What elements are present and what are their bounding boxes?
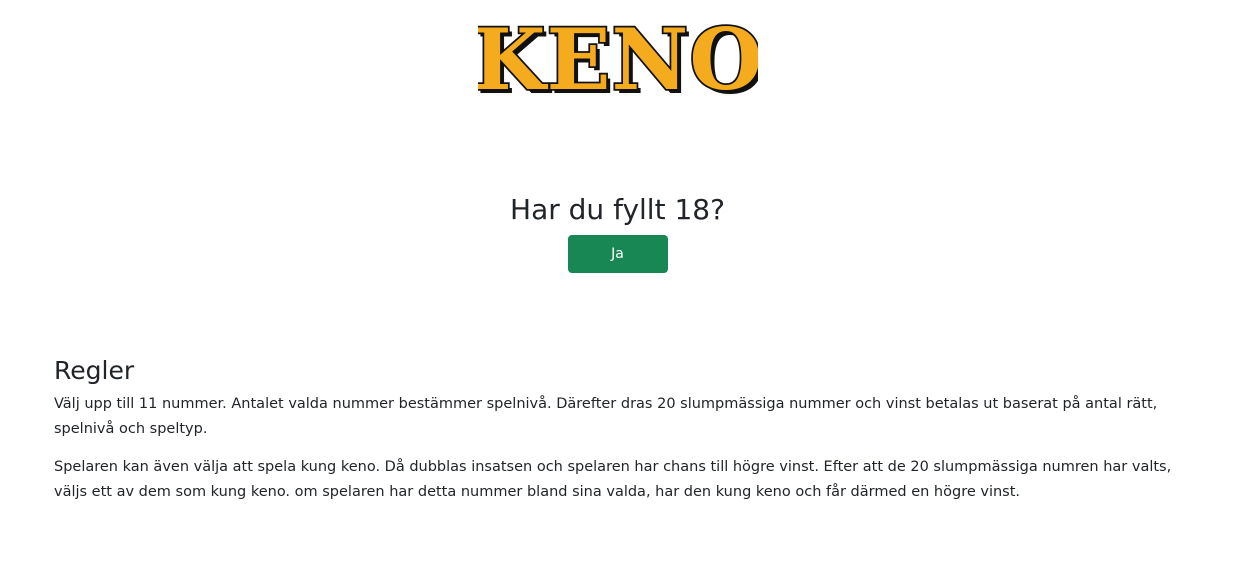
age-question: Har du fyllt 18? xyxy=(510,193,725,226)
svg-text:KENO: KENO xyxy=(478,18,758,106)
keno-logo-image: KENO KENO xyxy=(478,18,758,106)
rules-title: Regler xyxy=(54,356,135,385)
rules-paragraph-1: Välj upp till 11 nummer. Antalet valda n… xyxy=(54,396,1158,437)
rules-paragraph-2: Spelaren kan även välja att spela kung k… xyxy=(54,459,1172,500)
age-verification: Har du fyllt 18? Ja xyxy=(0,190,1235,273)
keno-logo: KENO KENO xyxy=(0,18,1235,110)
confirm-age-button[interactable]: Ja xyxy=(567,235,668,273)
rules-section: Regler Välj upp till 11 nummer. Antalet … xyxy=(54,354,1179,518)
